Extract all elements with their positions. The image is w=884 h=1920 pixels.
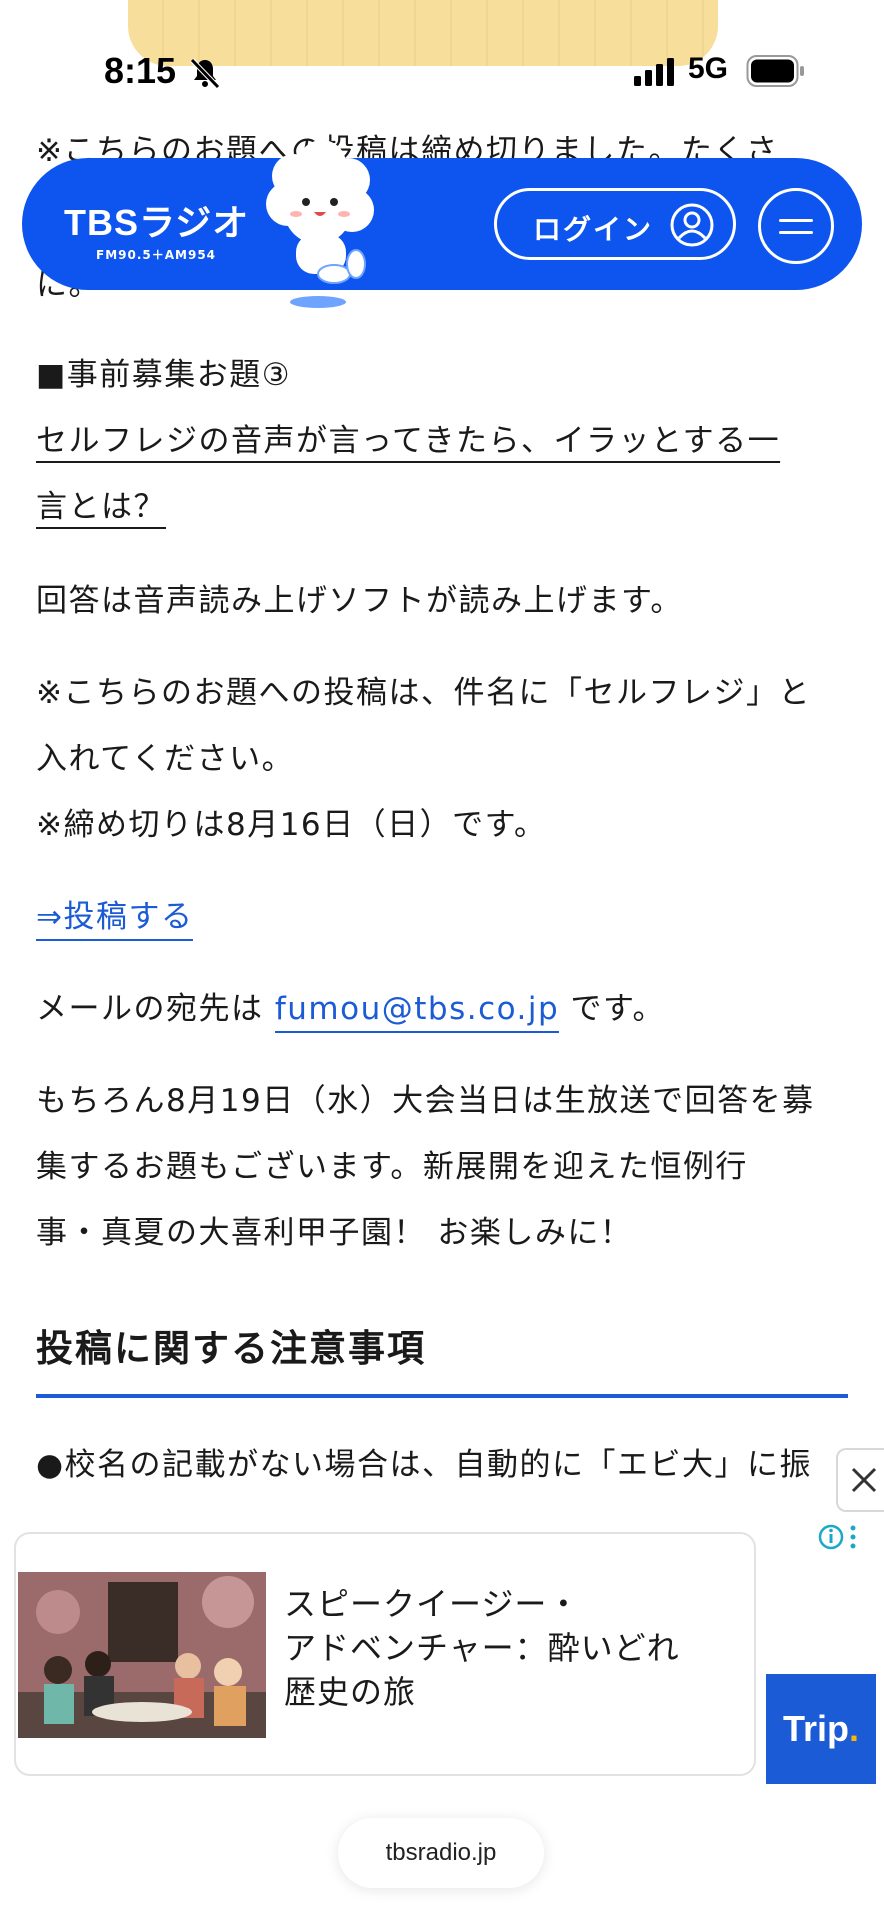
notes-heading: 投稿に関する注意事項: [36, 1327, 426, 1370]
mascot-icon: [266, 140, 374, 308]
notes-first-item: ●校名の記載がない場合は、自動的に「エビ大」に振: [36, 1447, 813, 1483]
network-type: 5G: [688, 52, 729, 85]
mail-prefix: メールの宛先は: [36, 991, 275, 1027]
menu-bar-bottom: [779, 231, 813, 234]
heading-underline: [36, 1394, 848, 1398]
login-label: ログイン: [533, 213, 654, 246]
post-link[interactable]: ⇒投稿する: [36, 899, 194, 941]
deadline-note: ※締め切りは8月16日（日）です。: [36, 807, 547, 843]
menu-bar-top: [779, 219, 813, 222]
subject-note-line2: 入れてください。: [36, 741, 295, 777]
section3-question-link[interactable]: セルフレジの音声が言ってきたら、イラッとする一: [36, 423, 780, 459]
mail-address-link[interactable]: fumou@tbs.co.jp: [274, 991, 560, 1033]
user-icon: [670, 203, 714, 247]
live-text-line2: 集するお題もございます。新展開を迎えた恒例行: [36, 1149, 748, 1185]
bell-slash-icon: [190, 58, 220, 89]
cellular-signal-icon: [634, 58, 674, 86]
section3-question-link-cont[interactable]: 言とは？: [36, 489, 166, 525]
live-text-line3: 事・真夏の大喜利甲子園！ お楽しみに！: [36, 1215, 633, 1251]
battery-icon: [746, 55, 804, 87]
site-header: TBSラジオ FM90.5＋AM954 ログイン: [22, 140, 862, 308]
answer-note: 回答は音声読み上げソフトが読み上げます。: [36, 583, 683, 619]
subject-note-line1: ※こちらのお題への投稿は、件名に「セルフレジ」と: [36, 675, 811, 711]
section3-heading: ■事前募集お題③: [36, 357, 292, 393]
ad-brand-text: Trip: [782, 1708, 849, 1749]
status-time: 8:15: [104, 50, 177, 91]
site-logo[interactable]: TBSラジオ FM90.5＋AM954: [64, 194, 249, 263]
mail-suffix: です。: [559, 991, 665, 1027]
ad-close-button[interactable]: [836, 1448, 884, 1512]
logo-frequency: FM90.5＋AM954: [96, 248, 217, 262]
logo-text: TBSラジオ: [64, 202, 250, 243]
ad-brand-dot: .: [849, 1708, 860, 1749]
login-button[interactable]: ログイン: [494, 188, 736, 260]
ad-photo: [18, 1572, 266, 1738]
live-text-line1: もちろん8月19日（水）大会当日は生放送で回答を募: [36, 1083, 815, 1119]
menu-icon[interactable]: [758, 188, 834, 264]
ad-image[interactable]: [18, 1572, 266, 1738]
ad-title[interactable]: スピークイージー・ アドベンチャー：酔いどれ 歴史の旅: [284, 1582, 724, 1714]
close-icon: [851, 1467, 877, 1493]
info-icon[interactable]: [818, 1522, 858, 1552]
ad-brand-logo[interactable]: Trip.: [766, 1674, 876, 1784]
mail-line: メールの宛先は fumou@tbs.co.jp です。: [36, 976, 665, 1042]
post-link-line[interactable]: ⇒投稿する: [36, 884, 194, 950]
ad-card[interactable]: スピークイージー・ アドベンチャー：酔いどれ 歴史の旅: [14, 1532, 756, 1776]
section3-question-line1[interactable]: セルフレジの音声が言ってきたら、イラッとする一: [36, 408, 780, 474]
section3-question-line2[interactable]: 言とは？: [36, 474, 166, 540]
browser-url-bar[interactable]: tbsradio.jp: [338, 1818, 544, 1888]
